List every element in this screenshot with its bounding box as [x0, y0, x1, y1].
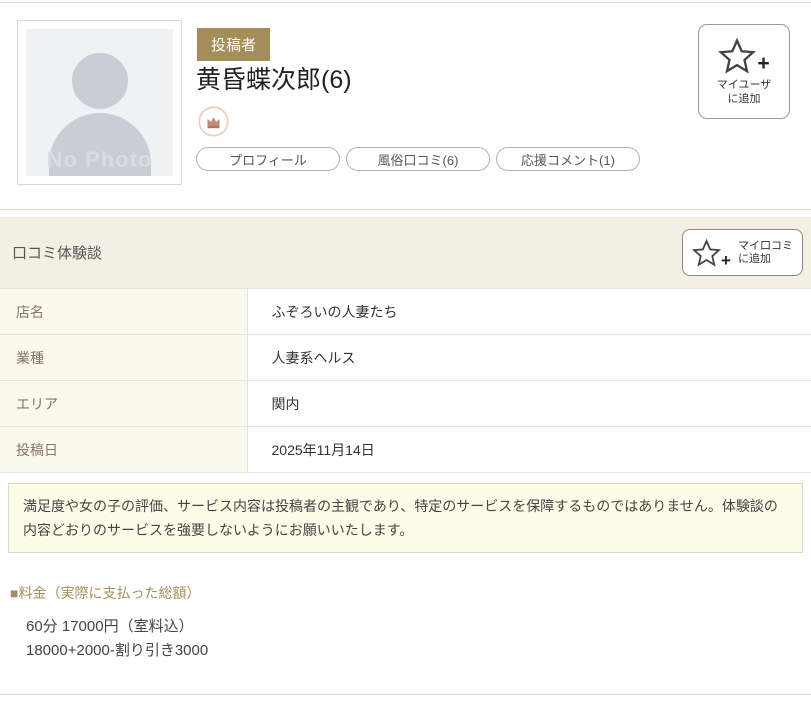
- add-my-user-button[interactable]: + マイユーザ に追加: [698, 24, 790, 119]
- add-user-label: マイユーザ に追加: [717, 78, 772, 106]
- row-value-shop: ふぞろいの人妻たち: [247, 289, 811, 335]
- fuzoku-reviews-button[interactable]: 風俗口コミ(6): [346, 147, 490, 171]
- crown-icon: [198, 106, 229, 137]
- avatar-silhouette-head: [72, 53, 128, 109]
- top-divider: [0, 2, 811, 3]
- plus-icon: +: [721, 254, 731, 267]
- row-value-area: 関内: [247, 381, 811, 427]
- avatar-photo: No Photo: [26, 29, 173, 176]
- price-line-1: 60分 17000円（室料込）: [26, 618, 194, 635]
- add-review-label: マイ口コミ に追加: [738, 240, 793, 266]
- profile-button-row: プロフィール 風俗口コミ(6) 応援コメント(1): [196, 147, 640, 171]
- star-icon: [692, 239, 721, 267]
- review-info-table: 店名 ふぞろいの人妻たち 業種 人妻系ヘルス エリア 関内 投稿日 2025年1…: [0, 288, 811, 473]
- price-section-heading: ■料金（実際に支払った総額）: [10, 583, 200, 603]
- poster-badge: 投稿者: [197, 28, 270, 61]
- no-photo-label: No Photo: [26, 147, 173, 173]
- plus-icon: +: [757, 54, 769, 74]
- bottom-divider: [0, 694, 811, 695]
- review-section-header: 口コミ体験談 + マイ口コミ に追加: [0, 217, 811, 288]
- disclaimer-notice: 満足度や女の子の評価、サービス内容は投稿者の主観であり、特定のサービスを保障する…: [8, 483, 803, 553]
- add-review-label-line1: マイ口コミ: [738, 240, 793, 252]
- support-comments-button[interactable]: 応援コメント(1): [496, 147, 640, 171]
- crown-badge: [198, 106, 229, 137]
- profile-button[interactable]: プロフィール: [196, 147, 340, 171]
- price-details: 60分 17000円（室料込） 18000+2000-割り引き3000: [26, 615, 208, 663]
- table-row-area: エリア 関内: [0, 381, 811, 427]
- star-plus-icon: +: [718, 38, 769, 74]
- star-plus-icon: +: [692, 239, 731, 267]
- table-row-post-date: 投稿日 2025年11月14日: [0, 427, 811, 473]
- avatar: No Photo: [17, 20, 182, 185]
- section-divider: [0, 209, 811, 210]
- add-review-label-line2: に追加: [738, 253, 771, 265]
- row-value-industry: 人妻系ヘルス: [247, 335, 811, 381]
- add-my-review-button[interactable]: + マイ口コミ に追加: [682, 229, 803, 276]
- row-label-area: エリア: [0, 381, 247, 427]
- row-label-industry: 業種: [0, 335, 247, 381]
- row-label-shop: 店名: [0, 289, 247, 335]
- poster-name: 黄昏蝶次郎(6): [196, 60, 352, 96]
- price-line-2: 18000+2000-割り引き3000: [26, 642, 208, 659]
- table-row-shop: 店名 ふぞろいの人妻たち: [0, 289, 811, 335]
- review-section-title: 口コミ体験談: [12, 242, 102, 263]
- page: No Photo 投稿者 黄昏蝶次郎(6) プロフィール 風俗口コミ(6) 応援…: [0, 0, 811, 702]
- add-user-label-line2: に追加: [728, 93, 761, 105]
- row-value-post-date: 2025年11月14日: [247, 427, 811, 473]
- table-row-industry: 業種 人妻系ヘルス: [0, 335, 811, 381]
- row-label-post-date: 投稿日: [0, 427, 247, 473]
- add-user-label-line1: マイユーザ: [717, 79, 772, 91]
- star-icon: [718, 38, 756, 74]
